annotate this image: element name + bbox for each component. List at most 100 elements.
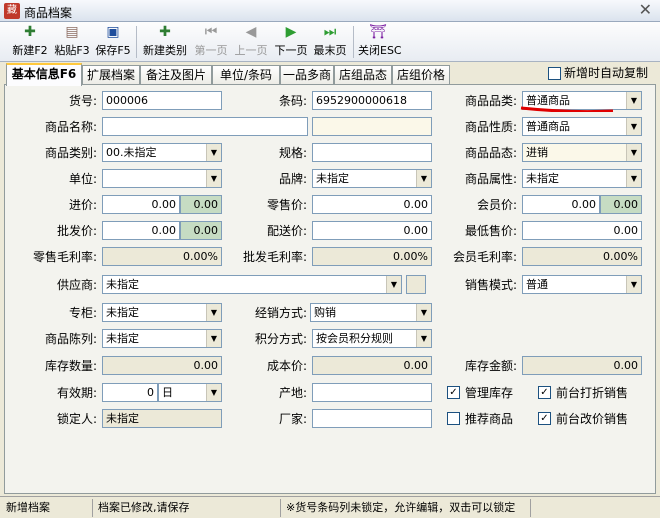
prev-page-button[interactable]: ◀ 上一页 <box>232 24 270 60</box>
wholesale-price-extra: 0.00 <box>180 221 222 240</box>
validity-unit-select[interactable]: 日 ▼ <box>158 383 222 402</box>
member-price-input[interactable]: 0.00 <box>522 195 600 214</box>
counter-label: 专柜: <box>68 306 97 320</box>
price-change-checkbox[interactable]: ✓ <box>538 412 551 425</box>
chevron-down-icon[interactable]: ▼ <box>416 170 431 187</box>
supplier-browse-button[interactable] <box>406 275 426 294</box>
chevron-down-icon[interactable]: ▼ <box>626 118 641 135</box>
points-mode-select[interactable]: 按会员积分规则 ▼ <box>312 329 432 348</box>
status-mode: 新增档案 <box>6 501 50 514</box>
operation-mode-select[interactable]: 购销 ▼ <box>310 303 432 322</box>
status-hint: ※货号条码列未锁定，允许编辑，双击可以锁定 <box>286 501 516 514</box>
member-price-extra: 0.00 <box>600 195 642 214</box>
new-category-icon: ✚ <box>159 24 171 40</box>
origin-input[interactable] <box>312 383 432 402</box>
goods-nature-select[interactable]: 普通商品 ▼ <box>522 117 642 136</box>
recommend-checkbox[interactable] <box>447 412 460 425</box>
chevron-down-icon[interactable]: ▼ <box>626 144 641 161</box>
chevron-down-icon[interactable]: ▼ <box>206 170 221 187</box>
stock-amount-value: 0.00 <box>522 356 642 375</box>
manufacturer-input[interactable] <box>312 409 432 428</box>
goods-category-select[interactable]: 00.未指定 ▼ <box>102 143 222 162</box>
display-select[interactable]: 未指定 ▼ <box>102 329 222 348</box>
retail-price-input[interactable]: 0.00 <box>312 195 432 214</box>
tab-extended[interactable]: 扩展档案 <box>82 65 140 85</box>
new-button[interactable]: ✚ 新建F2 <box>12 24 48 60</box>
chevron-down-icon[interactable]: ▼ <box>386 276 401 293</box>
min-price-label: 最低售价: <box>464 224 517 238</box>
goods-status-label: 商品品态: <box>464 146 517 160</box>
goods-status-select[interactable]: 进销 ▼ <box>522 143 642 162</box>
goods-name-extra-input[interactable] <box>312 117 432 136</box>
window-title: 商品档案 <box>24 6 73 20</box>
spec-input[interactable] <box>312 143 432 162</box>
paste-icon: ▤ <box>65 24 79 40</box>
price-change-label: 前台改价销售 <box>556 412 629 426</box>
first-page-button[interactable]: ⏮ 第一页 <box>192 24 230 60</box>
last-page-button[interactable]: ⏭ 最末页 <box>311 24 349 60</box>
chevron-down-icon[interactable]: ▼ <box>626 276 641 293</box>
points-mode-label: 积分方式: <box>254 332 307 346</box>
purchase-price-extra: 0.00 <box>180 195 222 214</box>
wholesale-price-input[interactable]: 0.00 <box>102 221 180 240</box>
brand-select[interactable]: 未指定 ▼ <box>312 169 432 188</box>
recommend-label: 推荐商品 <box>465 412 514 426</box>
chevron-down-icon[interactable]: ▼ <box>206 384 221 401</box>
chevron-down-icon[interactable]: ▼ <box>626 92 641 109</box>
tab-notes-images[interactable]: 备注及图片 <box>140 65 212 85</box>
first-page-icon: ⏮ <box>204 24 218 40</box>
unit-label: 单位: <box>68 172 97 186</box>
delivery-price-input[interactable]: 0.00 <box>312 221 432 240</box>
discount-sale-checkbox[interactable]: ✓ <box>538 386 551 399</box>
retail-margin-label: 零售毛利率: <box>32 250 97 264</box>
tab-basic-info[interactable]: 基本信息F6 <box>6 63 82 86</box>
next-page-button[interactable]: ▶ 下一页 <box>272 24 310 60</box>
discount-sale-label: 前台打折销售 <box>556 386 629 400</box>
goods-no-input[interactable]: 000006 <box>102 91 222 110</box>
status-bar: 新增档案 档案已修改,请保存 ※货号条码列未锁定，允许编辑，双击可以锁定 <box>0 496 660 518</box>
chevron-down-icon[interactable]: ▼ <box>206 304 221 321</box>
stock-qty-value: 0.00 <box>102 356 222 375</box>
validity-input[interactable]: 0 <box>102 383 158 402</box>
retail-price-label: 零售价: <box>266 198 307 212</box>
goods-name-input[interactable] <box>102 117 308 136</box>
tab-unit-barcode[interactable]: 单位/条码 <box>212 65 280 85</box>
barcode-input[interactable]: 6952900000618 <box>312 91 432 110</box>
operation-mode-label: 经销方式: <box>254 306 307 320</box>
toolbar-separator <box>353 26 354 58</box>
goods-attr-select[interactable]: 未指定 ▼ <box>522 169 642 188</box>
purchase-price-label: 进价: <box>68 198 97 212</box>
title-bar: 藏 商品档案 ✕ <box>0 0 660 22</box>
min-price-input[interactable]: 0.00 <box>522 221 642 240</box>
unit-select[interactable]: ▼ <box>102 169 222 188</box>
tab-store-status[interactable]: 店组品态 <box>334 65 392 85</box>
new-category-button[interactable]: ✚ 新建类别 <box>141 24 189 60</box>
manage-stock-checkbox[interactable]: ✓ <box>447 386 460 399</box>
chevron-down-icon[interactable]: ▼ <box>206 330 221 347</box>
chevron-down-icon[interactable]: ▼ <box>206 144 221 161</box>
tab-multi-supplier[interactable]: 一品多商 <box>280 65 334 85</box>
toolbar: ✚ 新建F2 ▤ 粘贴F3 ▣ 保存F5 ✚ 新建类别 ⏮ 第一页 ◀ 上一页 ▶ 下一页 ⏭… <box>0 22 660 62</box>
supplier-select[interactable]: 未指定 ▼ <box>102 275 402 294</box>
paste-button[interactable]: ▤ 粘贴F3 <box>52 24 92 60</box>
close-icon[interactable]: ✕ <box>639 0 652 19</box>
manufacturer-label: 厂家: <box>278 412 307 426</box>
purchase-price-input[interactable]: 0.00 <box>102 195 180 214</box>
origin-label: 产地: <box>278 386 307 400</box>
retail-margin-value: 0.00% <box>102 247 222 266</box>
tab-store-price[interactable]: 店组价格 <box>392 65 450 85</box>
counter-select[interactable]: 未指定 ▼ <box>102 303 222 322</box>
locker-value: 未指定 <box>102 409 222 428</box>
chevron-down-icon[interactable]: ▼ <box>416 304 431 321</box>
toolbar-separator <box>136 26 137 58</box>
goods-name-label: 商品名称: <box>44 120 97 134</box>
spec-label: 规格: <box>278 146 307 160</box>
close-esc-button[interactable]: ⛩ 关闭ESC <box>358 24 402 60</box>
status-separator <box>530 499 531 517</box>
chevron-down-icon[interactable]: ▼ <box>416 330 431 347</box>
save-button[interactable]: ▣ 保存F5 <box>94 24 132 60</box>
stock-amount-label: 库存金额: <box>464 359 517 373</box>
auto-copy-checkbox[interactable] <box>548 67 561 80</box>
sales-mode-select[interactable]: 普通 ▼ <box>522 275 642 294</box>
chevron-down-icon[interactable]: ▼ <box>626 170 641 187</box>
